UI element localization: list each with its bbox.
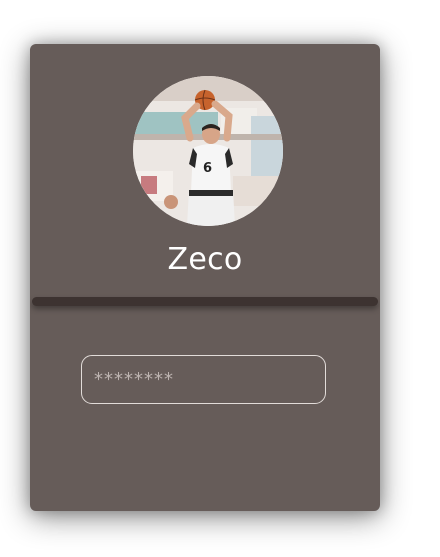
password-input[interactable]	[81, 355, 326, 404]
avatar-photo: 6	[133, 76, 283, 226]
username-label: Zeco	[167, 242, 243, 277]
login-card: 6 Zeco	[30, 44, 380, 511]
avatar: 6	[133, 76, 283, 226]
svg-text:6: 6	[203, 161, 212, 176]
divider	[32, 297, 378, 306]
